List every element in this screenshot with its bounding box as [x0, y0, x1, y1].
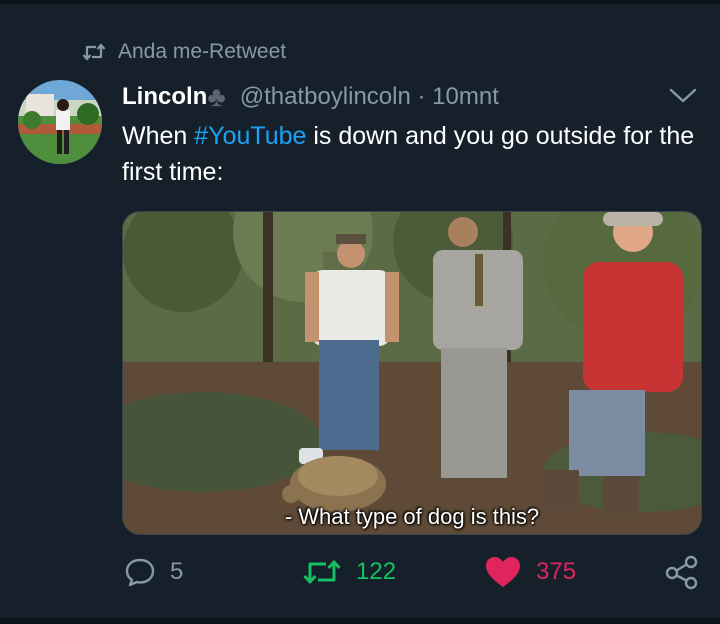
tweet-time[interactable]: 10mnt [432, 83, 499, 111]
share-button[interactable] [664, 552, 700, 592]
reply-count: 5 [170, 558, 184, 585]
tweet-actions: 5 122 375 [0, 552, 720, 592]
tweet-text: When #YouTube is down and you go outside… [122, 118, 702, 190]
retweet-count: 122 [356, 558, 397, 585]
like-button[interactable]: 375 [484, 552, 576, 592]
heart-icon [486, 557, 520, 587]
retweet-context: Anda me-Retweet [82, 38, 286, 66]
reply-button[interactable]: 5 [124, 552, 183, 592]
reply-icon [125, 558, 155, 587]
retweet-icon [82, 43, 106, 61]
bottom-divider [0, 618, 720, 624]
club-emoji: ♣ [207, 81, 226, 112]
media-image [123, 212, 701, 534]
author-name[interactable]: Lincoln [122, 83, 207, 111]
author-handle[interactable]: @thatboylincoln [240, 83, 411, 111]
top-divider [0, 0, 720, 4]
retweet-icon [303, 560, 341, 584]
chevron-down-icon[interactable] [668, 84, 698, 106]
tweet-media[interactable]: - What type of dog is this? [122, 211, 702, 535]
hashtag-link[interactable]: #YouTube [194, 122, 306, 150]
tweet-header: Lincoln ♣ @thatboylincoln · 10mnt [122, 80, 499, 114]
media-subtitle: - What type of dog is this? [284, 504, 540, 529]
retweet-context-label: Anda me-Retweet [118, 40, 287, 63]
tweet-text-before: When [122, 122, 195, 150]
like-count: 375 [536, 558, 577, 585]
share-icon [665, 555, 698, 590]
avatar[interactable] [18, 80, 102, 164]
retweet-button[interactable]: 122 [302, 552, 396, 592]
separator-dot: · [410, 83, 433, 110]
